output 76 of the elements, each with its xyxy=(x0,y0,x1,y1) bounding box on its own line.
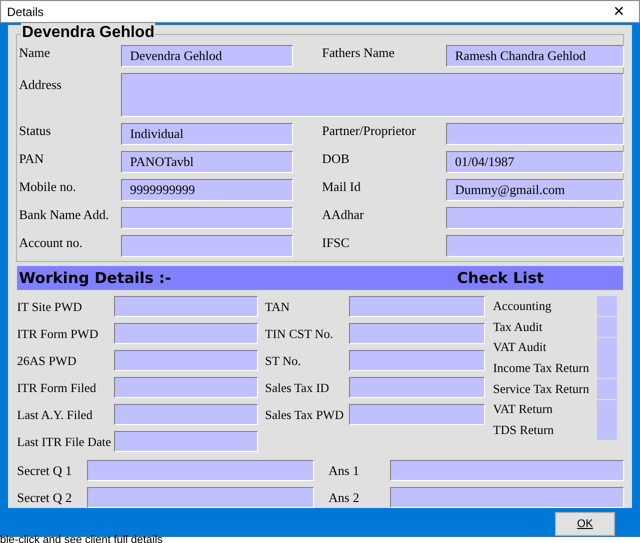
input-field[interactable] xyxy=(446,235,624,257)
field-label: ITR Form Filed xyxy=(17,380,98,396)
checklist-label: TDS Return xyxy=(493,422,555,440)
field-label: IT Site PWD xyxy=(17,298,84,314)
input-field[interactable]: 9999999999 xyxy=(121,179,293,201)
status-text: ble-click and see client full details xyxy=(0,537,164,543)
field-label: Ans 2 xyxy=(328,488,360,507)
input-field[interactable] xyxy=(390,487,624,508)
field-label: ST No. xyxy=(265,352,302,368)
checklist-label: Tax Audit xyxy=(493,318,544,336)
input-field[interactable] xyxy=(121,73,624,117)
input-field[interactable] xyxy=(390,460,624,481)
field-label: PAN xyxy=(18,151,45,168)
checkbox[interactable] xyxy=(597,400,617,420)
field-label: Sales Tax ID xyxy=(265,380,330,396)
input-field[interactable] xyxy=(349,323,485,344)
input-field[interactable] xyxy=(121,235,293,257)
field-label: Secret Q 1 xyxy=(17,462,73,480)
field-label: Address xyxy=(18,76,63,94)
field-label: Bank Name Add. xyxy=(18,207,110,224)
checkbox[interactable] xyxy=(597,338,617,358)
checkbox[interactable] xyxy=(597,379,617,400)
input-field[interactable] xyxy=(86,487,314,508)
section-title: Check List xyxy=(457,268,544,289)
input-field[interactable] xyxy=(349,296,485,317)
input-field[interactable] xyxy=(114,296,258,317)
field-label: Fathers Name xyxy=(321,45,396,62)
checklist-label: Accounting xyxy=(493,298,552,315)
field-label: TIN CST No. xyxy=(265,326,334,342)
field-label: Partner/Proprietor xyxy=(321,123,417,140)
input-field[interactable] xyxy=(349,404,485,425)
input-field[interactable] xyxy=(349,377,485,398)
field-label: IFSC xyxy=(321,235,350,252)
input-field[interactable] xyxy=(121,207,293,229)
field-label: Name xyxy=(18,45,52,62)
input-field[interactable]: Ramesh Chandra Gehlod xyxy=(446,45,624,67)
window-title: Details xyxy=(7,4,44,20)
field-label: Status xyxy=(18,123,52,140)
input-field[interactable] xyxy=(86,460,314,481)
field-label: Last ITR File Date xyxy=(17,434,112,450)
close-button[interactable]: ✕ xyxy=(605,1,633,22)
field-label: Mail Id xyxy=(321,179,362,196)
field-label: 26AS PWD xyxy=(17,352,78,368)
input-field[interactable] xyxy=(114,404,258,425)
field-label: Secret Q 2 xyxy=(17,488,73,507)
field-label: Account no. xyxy=(18,235,84,252)
checkbox[interactable] xyxy=(597,296,617,316)
field-label: Last A.Y. Filed xyxy=(17,406,94,422)
input-field[interactable] xyxy=(349,350,485,371)
field-label: ITR Form PWD xyxy=(17,326,100,342)
checkbox[interactable] xyxy=(597,317,617,338)
checklist-label: VAT Return xyxy=(493,401,554,418)
input-field[interactable] xyxy=(114,350,258,371)
input-field[interactable] xyxy=(114,323,258,344)
field-label: AAdhar xyxy=(321,207,365,224)
input-field[interactable]: 01/04/1987 xyxy=(446,151,624,173)
checklist-label: VAT Audit xyxy=(493,339,548,356)
field-label: Ans 1 xyxy=(328,462,360,480)
field-label: Sales Tax PWD xyxy=(265,406,345,422)
ok-button[interactable]: OK xyxy=(555,512,615,536)
checkbox[interactable] xyxy=(597,358,617,378)
checklist-label: Income Tax Return xyxy=(493,360,590,378)
field-label: Mobile no. xyxy=(18,179,78,196)
field-label: TAN xyxy=(265,298,291,314)
checklist-label: Service Tax Return xyxy=(493,380,590,398)
input-field[interactable] xyxy=(114,377,258,398)
input-field[interactable] xyxy=(114,431,258,452)
input-field[interactable]: Dummy@gmail.com xyxy=(446,179,624,201)
input-field[interactable] xyxy=(446,123,624,145)
field-label: DOB xyxy=(321,151,350,168)
input-field[interactable]: PANOTavbl xyxy=(121,151,293,173)
section-title: Working Details :- xyxy=(18,268,172,289)
input-field[interactable]: Individual xyxy=(121,123,293,145)
input-field[interactable]: Devendra Gehlod xyxy=(121,45,293,67)
input-field[interactable] xyxy=(446,207,624,229)
checkbox[interactable] xyxy=(597,420,617,440)
